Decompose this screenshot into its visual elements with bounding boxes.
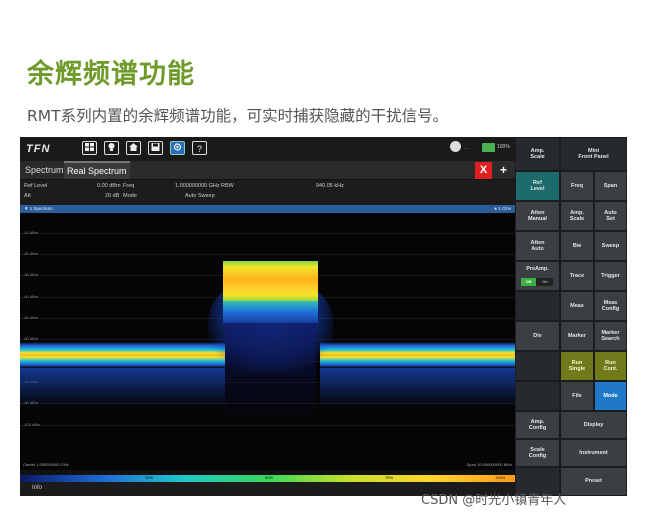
signal-lower-band [225, 323, 316, 418]
mini-front-panel-button[interactable]: Mini Front Panel [560, 137, 627, 171]
page-subtitle: RMT系列内置的余辉频谱功能，可实时捕获隐藏的干扰信号。 [27, 107, 449, 125]
persistence-color-scale: 0% 25% 50% 75% 100% [20, 475, 515, 482]
y-tick-label: -60 dBm [23, 336, 39, 341]
close-tab-button[interactable]: X [475, 162, 492, 179]
signal-mid-band [223, 301, 318, 323]
tab-real-spectrum[interactable]: Real Spectrum [64, 161, 130, 179]
gps-status: --- [464, 145, 468, 150]
home-icon[interactable] [126, 141, 141, 155]
y-tick-label: -50 dBm [23, 315, 39, 320]
att-label: Att [24, 193, 31, 199]
signal-peak-band [223, 261, 318, 301]
mode-button[interactable]: Mode [594, 381, 627, 411]
trace-mode: ● 1 Clrw [494, 206, 511, 211]
top-toolbar: TFN ? --- 100% [20, 137, 515, 161]
instrument-button[interactable]: Instrument [560, 439, 627, 467]
info-tab[interactable]: Info [32, 485, 42, 491]
amp-scale-header[interactable]: Amp. Scale [515, 137, 560, 171]
run-cont-button[interactable]: Run Cont. [594, 351, 627, 381]
camera-icon[interactable] [170, 141, 185, 155]
mode-value: Auto Sweep [185, 193, 215, 199]
preamp-button[interactable]: PreAmp. Off On [515, 261, 560, 291]
file-button[interactable]: File [560, 381, 594, 411]
run-single-button[interactable]: Run Single [560, 351, 594, 381]
mode-label: Mode [123, 193, 137, 199]
persistence-spectrum-plot[interactable]: -10 dBm -20 dBm -30 dBm -40 dBm -50 dBm … [20, 213, 515, 470]
page-heading: 余辉频谱功能 [27, 59, 195, 90]
add-tab-button[interactable]: + [495, 162, 512, 179]
trace-button[interactable]: Trace [560, 261, 594, 291]
sweep-button[interactable]: Sweep [594, 231, 627, 261]
help-icon[interactable]: ? [192, 141, 207, 155]
gridline [20, 254, 515, 255]
span-frequency: Span 10.000000000 MHz [466, 462, 512, 467]
auto-set-button[interactable]: Auto Set [594, 201, 627, 231]
noise-floor-right [320, 342, 515, 368]
gridline [20, 425, 515, 426]
spectrum-analyzer-screen: TFN ? --- 100% Spectrum Real Spectrum X … [20, 137, 627, 496]
battery-level: 100% [497, 144, 510, 150]
preamp-on-option[interactable]: On [537, 278, 553, 286]
lightbulb-icon[interactable] [104, 141, 119, 155]
atten-manual-button[interactable]: Atten Manual [515, 201, 560, 231]
ref-level-button[interactable]: Ref Level [515, 171, 560, 201]
empty-softkey [515, 351, 560, 381]
y-tick-label: -100 dBm [23, 422, 41, 427]
empty-softkey [515, 381, 560, 411]
scale-config-button[interactable]: Scale Config [515, 439, 560, 467]
trigger-button[interactable]: Trigger [594, 261, 627, 291]
y-tick-label: -20 dBm [23, 251, 39, 256]
att-value: 20 dB [105, 193, 120, 199]
scale-label: 100% [495, 475, 506, 480]
bw-button[interactable]: Bw [560, 231, 594, 261]
amp-config-button[interactable]: Amp. Config [515, 411, 560, 439]
display-button[interactable]: Display [560, 411, 627, 439]
save-icon[interactable] [148, 141, 163, 155]
noise-tail-right [320, 368, 515, 408]
brand-logo: TFN [26, 143, 51, 155]
scale-label: 0% [24, 475, 30, 480]
scale-label: 25% [145, 475, 154, 480]
ref-level-label: Ref Level [24, 183, 48, 189]
y-tick-label: -30 dBm [23, 272, 39, 277]
scale-label: 50% [265, 475, 274, 480]
preamp-off-option[interactable]: Off [521, 278, 536, 286]
marker-search-button[interactable]: Marker Search [594, 321, 627, 351]
trace-header: ▼ 1 Spectrum ● 1 Clrw [20, 205, 515, 213]
freq-button[interactable]: Freq [560, 171, 594, 201]
location-icon [450, 141, 461, 152]
noise-tail-left [20, 368, 225, 408]
ref-level-value: 0.00 dBm [97, 183, 121, 189]
noise-floor-left [20, 342, 225, 368]
tab-bar: Spectrum Real Spectrum [20, 161, 515, 179]
freq-value: 1.000000000 GHz [175, 183, 220, 189]
rbw-label: RBW [221, 183, 234, 189]
amp-scale-button[interactable]: Amp. Scale [560, 201, 594, 231]
preset-button[interactable]: Preset [560, 467, 627, 496]
csdn-watermark: CSDN @时光小镇青年人 [421, 493, 567, 508]
marker-button[interactable]: Marker [560, 321, 594, 351]
parameter-panel: Ref Level 0.00 dBm Freq 1.000000000 GHz … [20, 180, 515, 205]
rbw-value: 940.05 kHz [316, 183, 344, 189]
y-tick-label: -10 dBm [23, 230, 39, 235]
scale-label: 75% [385, 475, 394, 480]
soft-key-panel: Amp. Scale Mini Front Panel Ref Level Fr… [515, 137, 627, 496]
meas-config-button[interactable]: Meas Config [594, 291, 627, 321]
freq-label: Freq [123, 183, 135, 189]
y-tick-label: -40 dBm [23, 294, 39, 299]
center-frequency: Center 1.000000000 GHz [23, 462, 69, 467]
empty-softkey [515, 291, 560, 321]
meas-button[interactable]: Meas [560, 291, 594, 321]
preamp-toggle[interactable]: Off On [521, 278, 553, 286]
div-button[interactable]: Div [515, 321, 560, 351]
atten-auto-button[interactable]: Atten Auto [515, 231, 560, 261]
windows-icon[interactable] [82, 141, 97, 155]
preamp-label: PreAmp. [526, 266, 549, 272]
span-button[interactable]: Span [594, 171, 627, 201]
trace-label: ▼ 1 Spectrum [24, 206, 53, 211]
battery-icon [482, 143, 495, 152]
tab-spectrum[interactable]: Spectrum [22, 161, 67, 179]
gridline [20, 233, 515, 234]
